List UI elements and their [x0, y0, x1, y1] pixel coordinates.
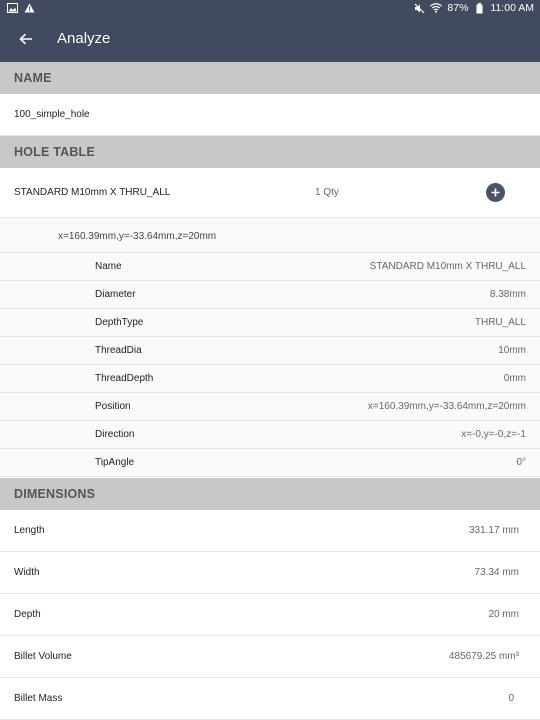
property-value: 0°: [516, 457, 526, 468]
property-value: 10mm: [498, 345, 526, 356]
back-button[interactable]: [14, 27, 38, 51]
name-value: 100_simple_hole: [14, 109, 90, 120]
add-button[interactable]: [486, 183, 505, 202]
dimension-row-length: Length 331.17 mm: [0, 510, 540, 552]
battery-icon: [473, 2, 485, 14]
property-name: ThreadDepth: [95, 373, 154, 384]
property-row: ThreadDia 10mm: [0, 337, 540, 365]
property-value: THRU_ALL: [474, 317, 526, 328]
section-header-name: NAME: [0, 62, 540, 94]
dimension-value: 73.34 mm: [474, 567, 519, 578]
gallery-icon: [6, 2, 18, 14]
property-row: TipAngle 0°: [0, 449, 540, 477]
warning-icon: [23, 2, 35, 14]
section-header-dimensions: DIMENSIONS: [0, 478, 540, 510]
property-row: Name STANDARD M10mm X THRU_ALL: [0, 253, 540, 281]
property-value: x=160.39mm,y=-33.64mm,z=20mm: [367, 401, 526, 412]
dimension-label: Billet Volume: [14, 651, 72, 662]
property-row: Diameter 8.38mm: [0, 281, 540, 309]
page-title: Analyze: [57, 30, 111, 47]
status-time: 11:00 AM: [490, 2, 534, 14]
app-bar: Analyze: [0, 17, 540, 62]
property-name: Position: [95, 401, 131, 412]
dimension-value: 485679.25 mm³: [448, 651, 519, 662]
property-row: DepthType THRU_ALL: [0, 309, 540, 337]
property-name: TipAngle: [95, 457, 135, 468]
property-name: Name: [95, 261, 122, 272]
dimension-label: Length: [14, 525, 45, 536]
mute-icon: [413, 2, 425, 14]
status-bar: 87% 11:00 AM: [0, 0, 540, 17]
dimension-value: 0: [508, 693, 514, 704]
dimension-row-depth: Depth 20 mm: [0, 594, 540, 636]
battery-percent: 87%: [447, 2, 469, 14]
property-name: ThreadDia: [95, 345, 142, 356]
property-row: ThreadDepth 0mm: [0, 365, 540, 393]
dimension-row-width: Width 73.34 mm: [0, 552, 540, 594]
dimension-row-billet-mass: Billet Mass 0: [0, 678, 540, 720]
hole-row[interactable]: STANDARD M10mm X THRU_ALL 1 Qty: [0, 168, 540, 218]
dimension-label: Billet Mass: [14, 693, 63, 704]
property-row: Position x=160.39mm,y=-33.64mm,z=20mm: [0, 393, 540, 421]
property-name: Direction: [95, 429, 135, 440]
dimension-label: Width: [14, 567, 40, 578]
plus-icon: [491, 188, 500, 197]
section-header-hole-table: HOLE TABLE: [0, 136, 540, 168]
name-row: 100_simple_hole: [0, 94, 540, 136]
hole-qty: 1 Qty: [315, 187, 339, 198]
dimension-label: Depth: [14, 609, 41, 620]
dimension-value: 331.17 mm: [468, 525, 519, 536]
arrow-left-icon: [19, 33, 32, 45]
property-name: DepthType: [95, 317, 144, 328]
dimension-row-billet-volume: Billet Volume 485679.25 mm³: [0, 636, 540, 678]
hole-location: x=160.39mm,y=-33.64mm,z=20mm: [58, 231, 217, 242]
property-value: 8.38mm: [489, 289, 526, 300]
property-value: 0mm: [503, 373, 526, 384]
property-value: x=-0,y=-0,z=-1: [461, 429, 526, 440]
wifi-icon: [430, 2, 443, 14]
property-name: Diameter: [95, 289, 136, 300]
hole-location-row: x=160.39mm,y=-33.64mm,z=20mm: [0, 218, 540, 253]
hole-title: STANDARD M10mm X THRU_ALL: [14, 187, 171, 198]
property-value: STANDARD M10mm X THRU_ALL: [369, 261, 526, 272]
property-row: Direction x=-0,y=-0,z=-1: [0, 421, 540, 449]
dimension-value: 20 mm: [488, 609, 519, 620]
